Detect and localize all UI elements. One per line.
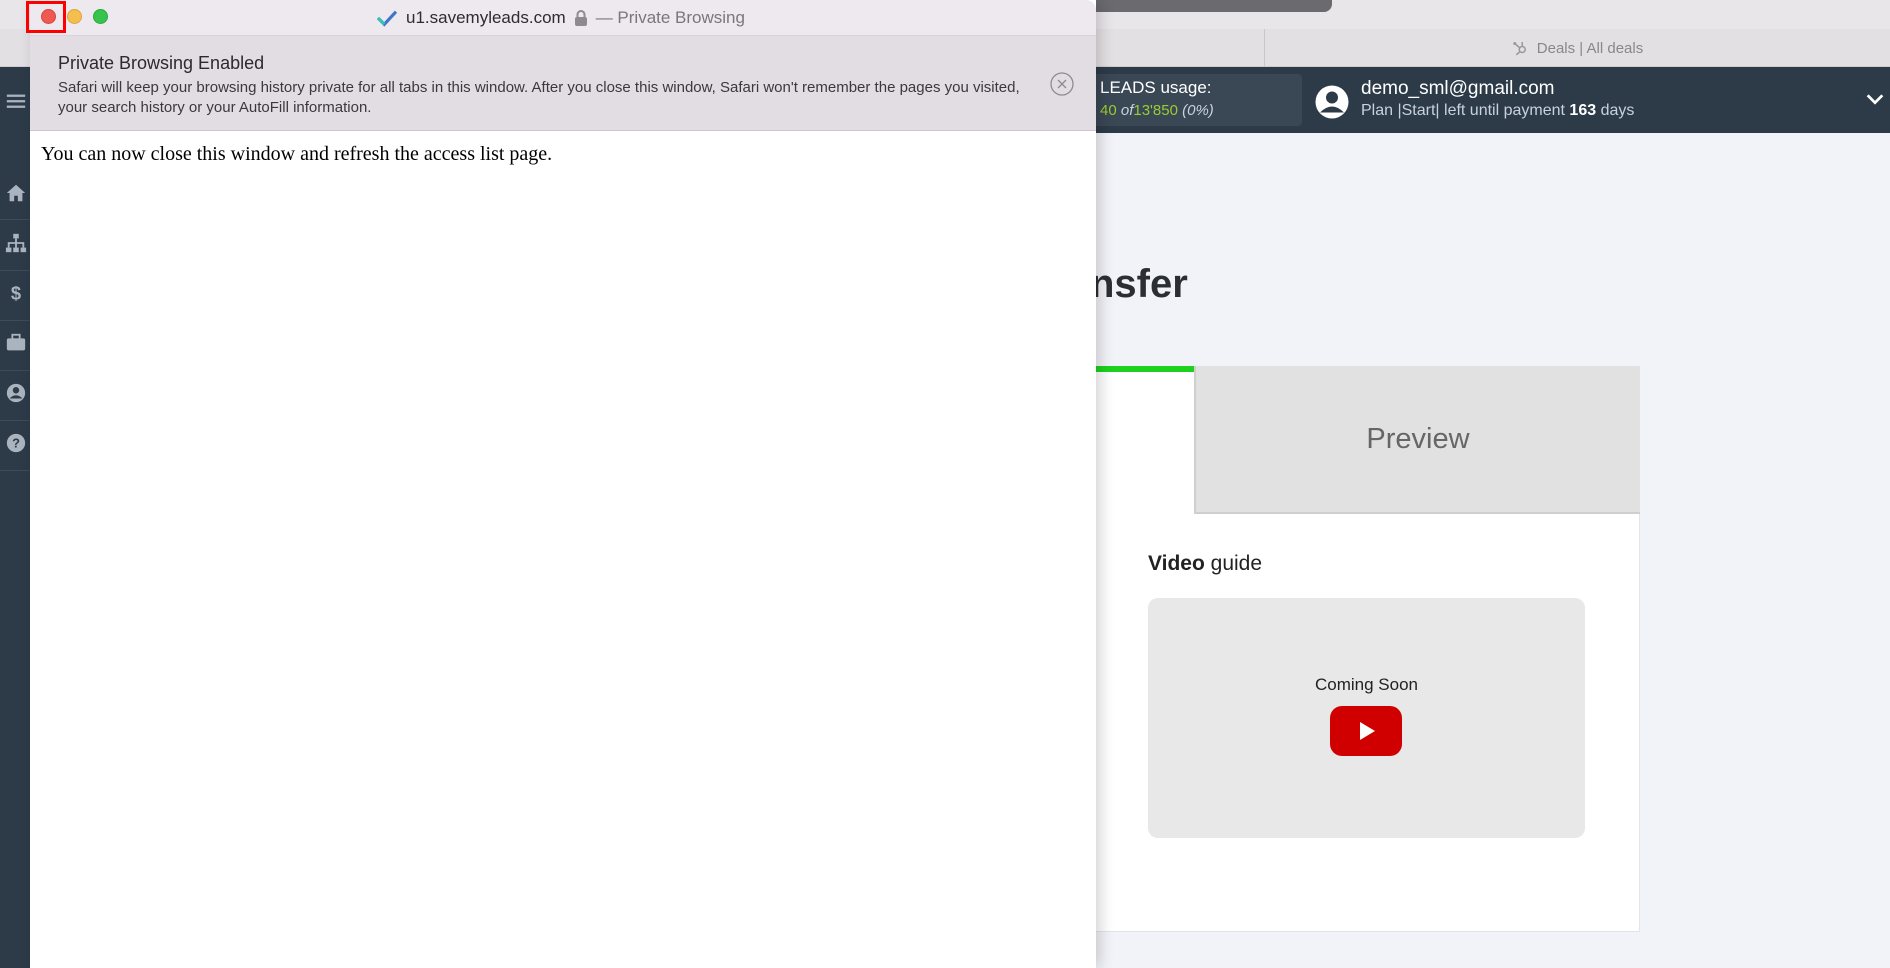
video-player[interactable]: Coming Soon <box>1148 598 1585 838</box>
maximize-window-button[interactable] <box>93 9 108 24</box>
youtube-play-icon[interactable] <box>1330 706 1402 756</box>
window-title: u1.savemyleads.com — Private Browsing <box>376 7 745 29</box>
hubspot-icon <box>1513 42 1526 56</box>
usage-values: 40 of13'850 (0%) <box>1100 102 1214 119</box>
user-email[interactable]: demo_sml@gmail.com <box>1361 78 1555 100</box>
coming-soon-text: Coming Soon <box>1314 675 1418 694</box>
avatar-icon[interactable] <box>1314 84 1350 120</box>
banner-title: Private Browsing Enabled <box>58 53 265 73</box>
user-icon[interactable] <box>3 380 29 406</box>
address-bar[interactable] <box>1080 0 1332 12</box>
window-title-suffix: — Private Browsing <box>595 8 745 27</box>
menu-icon[interactable] <box>3 88 29 114</box>
tab-deals[interactable]: Deals | All deals <box>1264 29 1890 67</box>
private-browsing-banner: Private Browsing Enabled Safari will kee… <box>30 36 1096 131</box>
home-icon[interactable] <box>3 180 29 206</box>
video-guide-label: Video guide <box>1148 552 1263 575</box>
usage-title: LEADS usage: <box>1100 78 1212 97</box>
close-button-highlight <box>26 1 66 33</box>
page-title: nsfer <box>1090 262 1188 306</box>
briefcase-icon[interactable] <box>3 330 29 356</box>
window-titlebar: u1.savemyleads.com — Private Browsing <box>26 0 1096 36</box>
lock-icon <box>574 10 587 26</box>
tab-label: Deals | All deals <box>1536 39 1644 57</box>
sitemap-icon[interactable] <box>3 230 29 256</box>
page-message: You can now close this window and refres… <box>41 143 553 165</box>
dollar-icon[interactable]: $ <box>3 280 29 306</box>
active-tab-indicator <box>1090 366 1195 372</box>
private-browsing-window: u1.savemyleads.com — Private Browsing Pr… <box>26 0 1096 968</box>
banner-text: Safari will keep your browsing history p… <box>58 79 1020 116</box>
help-icon[interactable]: ? <box>3 430 29 456</box>
savemyleads-logo-icon <box>376 10 398 27</box>
window-url: u1.savemyleads.com <box>406 8 566 27</box>
minimize-window-button[interactable] <box>67 9 82 24</box>
user-plan: Plan |Start| left until payment 163 days <box>1361 102 1635 119</box>
close-banner-icon[interactable] <box>1049 71 1075 97</box>
leads-usage: LEADS usage: 40 of13'850 (0%) <box>1090 74 1302 126</box>
chevron-down-icon[interactable] <box>1864 88 1886 110</box>
svg-text:?: ? <box>12 436 20 451</box>
sidebar: $ ? <box>0 67 30 968</box>
svg-text:$: $ <box>11 282 21 303</box>
tab-preview[interactable]: Preview <box>1194 366 1640 514</box>
